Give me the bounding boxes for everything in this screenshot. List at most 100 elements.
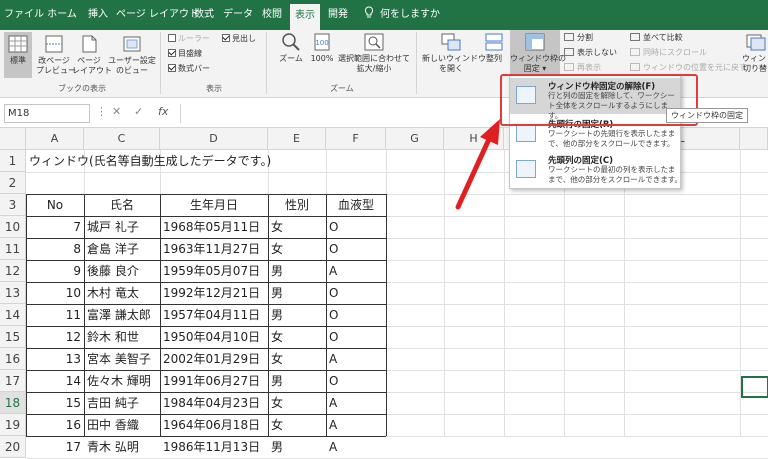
select-all-corner[interactable] xyxy=(0,128,26,150)
header-cell-gender[interactable]: 性別 xyxy=(268,194,326,216)
cell-no[interactable]: 12 xyxy=(26,326,84,348)
cell-name[interactable]: 吉田 純子 xyxy=(84,392,160,414)
cell-no[interactable]: 9 xyxy=(26,260,84,282)
gridlines-checkbox[interactable]: 目盛線 xyxy=(168,49,202,59)
row-header[interactable]: 12 xyxy=(0,260,26,282)
zoom-100-button[interactable]: 100 100% xyxy=(308,32,336,64)
new-window-button[interactable]: 新しいウィンドウ を開く xyxy=(422,32,486,74)
tab-insert[interactable]: 挿入 xyxy=(84,0,112,30)
row-header[interactable]: 1 xyxy=(0,150,26,172)
tab-home[interactable]: ホーム xyxy=(44,0,80,30)
selected-cell-m18[interactable] xyxy=(741,376,768,398)
ruler-checkbox[interactable]: ルーラー xyxy=(168,34,210,44)
freeze-panes-button[interactable]: ウィンドウ枠の 固定 ▾ xyxy=(510,30,566,78)
header-cell-blood-type[interactable]: 血液型 xyxy=(326,194,386,216)
cell-birthdate[interactable]: 1991年06月27日 xyxy=(160,370,268,392)
cell-gender[interactable]: 男 xyxy=(268,436,326,458)
cell-blood-type[interactable]: O xyxy=(326,216,386,238)
column-header[interactable]: G xyxy=(386,128,444,150)
cell-gender[interactable]: 男 xyxy=(268,282,326,304)
header-cell-birthdate[interactable]: 生年月日 xyxy=(160,194,268,216)
row-header[interactable]: 20 xyxy=(0,436,26,458)
cell-birthdate[interactable]: 1968年05月11日 xyxy=(160,216,268,238)
cell-blood-type[interactable]: A xyxy=(326,348,386,370)
header-cell-name[interactable]: 氏名 xyxy=(84,194,160,216)
tab-page-layout[interactable]: ページ レイアウト xyxy=(116,0,199,30)
cell-blood-type[interactable]: A xyxy=(326,414,386,436)
cell-blood-type[interactable]: O xyxy=(326,282,386,304)
cell-birthdate[interactable]: 1963年11月27日 xyxy=(160,238,268,260)
switch-windows-button[interactable]: ウィンドウ 切り替 xyxy=(742,32,768,74)
row-header[interactable]: 15 xyxy=(0,326,26,348)
cell-gender[interactable]: 女 xyxy=(268,348,326,370)
row-header[interactable]: 19 xyxy=(0,414,26,436)
cell-blood-type[interactable]: O xyxy=(326,326,386,348)
arrange-all-button[interactable]: 整列 xyxy=(482,32,506,64)
row-header[interactable]: 2 xyxy=(0,172,26,194)
custom-views-button[interactable]: ユーザー設定 のビュー xyxy=(108,34,156,76)
column-header[interactable]: A xyxy=(26,128,84,150)
cell-name[interactable]: 倉島 洋子 xyxy=(84,238,160,260)
cell-name[interactable]: 宮本 美智子 xyxy=(84,348,160,370)
cell-gender[interactable]: 女 xyxy=(268,238,326,260)
cell-no[interactable]: 16 xyxy=(26,414,84,436)
row-header[interactable]: 18 xyxy=(0,392,26,414)
zoom-button[interactable]: ズーム xyxy=(274,32,308,64)
cell-no[interactable]: 17 xyxy=(26,436,84,458)
cell-birthdate[interactable]: 1957年04月11日 xyxy=(160,304,268,326)
column-header[interactable]: F xyxy=(326,128,386,150)
cell-gender[interactable]: 男 xyxy=(268,370,326,392)
cell-blood-type[interactable]: O xyxy=(326,370,386,392)
cell-name[interactable]: 鈴木 和世 xyxy=(84,326,160,348)
cell-gender[interactable]: 女 xyxy=(268,414,326,436)
page-layout-view-button[interactable]: ページ レイアウト xyxy=(72,34,112,76)
tab-data[interactable]: データ xyxy=(222,0,254,30)
cell-no[interactable]: 14 xyxy=(26,370,84,392)
column-header[interactable]: C xyxy=(84,128,160,150)
tab-review[interactable]: 校閲 xyxy=(258,0,286,30)
cell-no[interactable]: 15 xyxy=(26,392,84,414)
cell-blood-type[interactable]: A xyxy=(326,436,386,458)
cell-gender[interactable]: 男 xyxy=(268,304,326,326)
cell-name[interactable]: 佐々木 輝明 xyxy=(84,370,160,392)
cell-birthdate[interactable]: 1992年12月21日 xyxy=(160,282,268,304)
title-cell[interactable]: ウィンドウ(氏名等自動生成したデータです。) xyxy=(29,150,271,172)
cell-name[interactable]: 富澤 謙太郎 xyxy=(84,304,160,326)
row-header[interactable]: 3 xyxy=(0,194,26,216)
row-header[interactable]: 16 xyxy=(0,348,26,370)
row-header[interactable]: 11 xyxy=(0,238,26,260)
cell-name[interactable]: 田中 香織 xyxy=(84,414,160,436)
insert-function-icon[interactable]: fx xyxy=(158,105,168,118)
cell-birthdate[interactable]: 1950年04月10日 xyxy=(160,326,268,348)
cell-name[interactable]: 後藤 良介 xyxy=(84,260,160,282)
cell-birthdate[interactable]: 1986年11月13日 xyxy=(160,436,268,458)
cell-no[interactable]: 8 xyxy=(26,238,84,260)
cell-no[interactable]: 7 xyxy=(26,216,84,238)
split-button[interactable]: 分割 xyxy=(564,33,593,43)
headings-checkbox[interactable]: 見出し xyxy=(222,34,256,44)
zoom-to-selection-button[interactable]: 選択範囲に合わせて 拡大/縮小 xyxy=(336,32,412,74)
row-header[interactable]: 10 xyxy=(0,216,26,238)
column-header[interactable]: D xyxy=(160,128,268,150)
formula-bar-checkbox[interactable]: 数式バー xyxy=(168,64,210,74)
cell-blood-type[interactable]: O xyxy=(326,238,386,260)
row-header[interactable]: 17 xyxy=(0,370,26,392)
unhide-window-button[interactable]: 再表示 xyxy=(564,63,601,73)
cell-blood-type[interactable]: O xyxy=(326,304,386,326)
cell-blood-type[interactable]: A xyxy=(326,260,386,282)
cell-gender[interactable]: 女 xyxy=(268,326,326,348)
freeze-first-column-item[interactable]: 先頭列の固定(C) ワークシートの最初の列を表示したままで、他の部分をスクロール… xyxy=(510,152,682,188)
page-break-preview-button[interactable]: 改ページ プレビュー xyxy=(36,34,76,76)
cell-gender[interactable]: 男 xyxy=(268,260,326,282)
tab-developer[interactable]: 開発 xyxy=(324,0,352,30)
header-cell-no[interactable]: No xyxy=(26,194,84,216)
tab-formulas[interactable]: 数式 xyxy=(190,0,218,30)
cell-name[interactable]: 城戸 礼子 xyxy=(84,216,160,238)
sync-scroll-button[interactable]: 同時にスクロール xyxy=(630,48,707,58)
cell-no[interactable]: 11 xyxy=(26,304,84,326)
tab-file[interactable]: ファイル xyxy=(4,0,44,30)
cell-no[interactable]: 13 xyxy=(26,348,84,370)
column-header[interactable] xyxy=(740,128,768,150)
row-header[interactable]: 14 xyxy=(0,304,26,326)
hide-window-button[interactable]: 表示しない xyxy=(564,48,617,58)
